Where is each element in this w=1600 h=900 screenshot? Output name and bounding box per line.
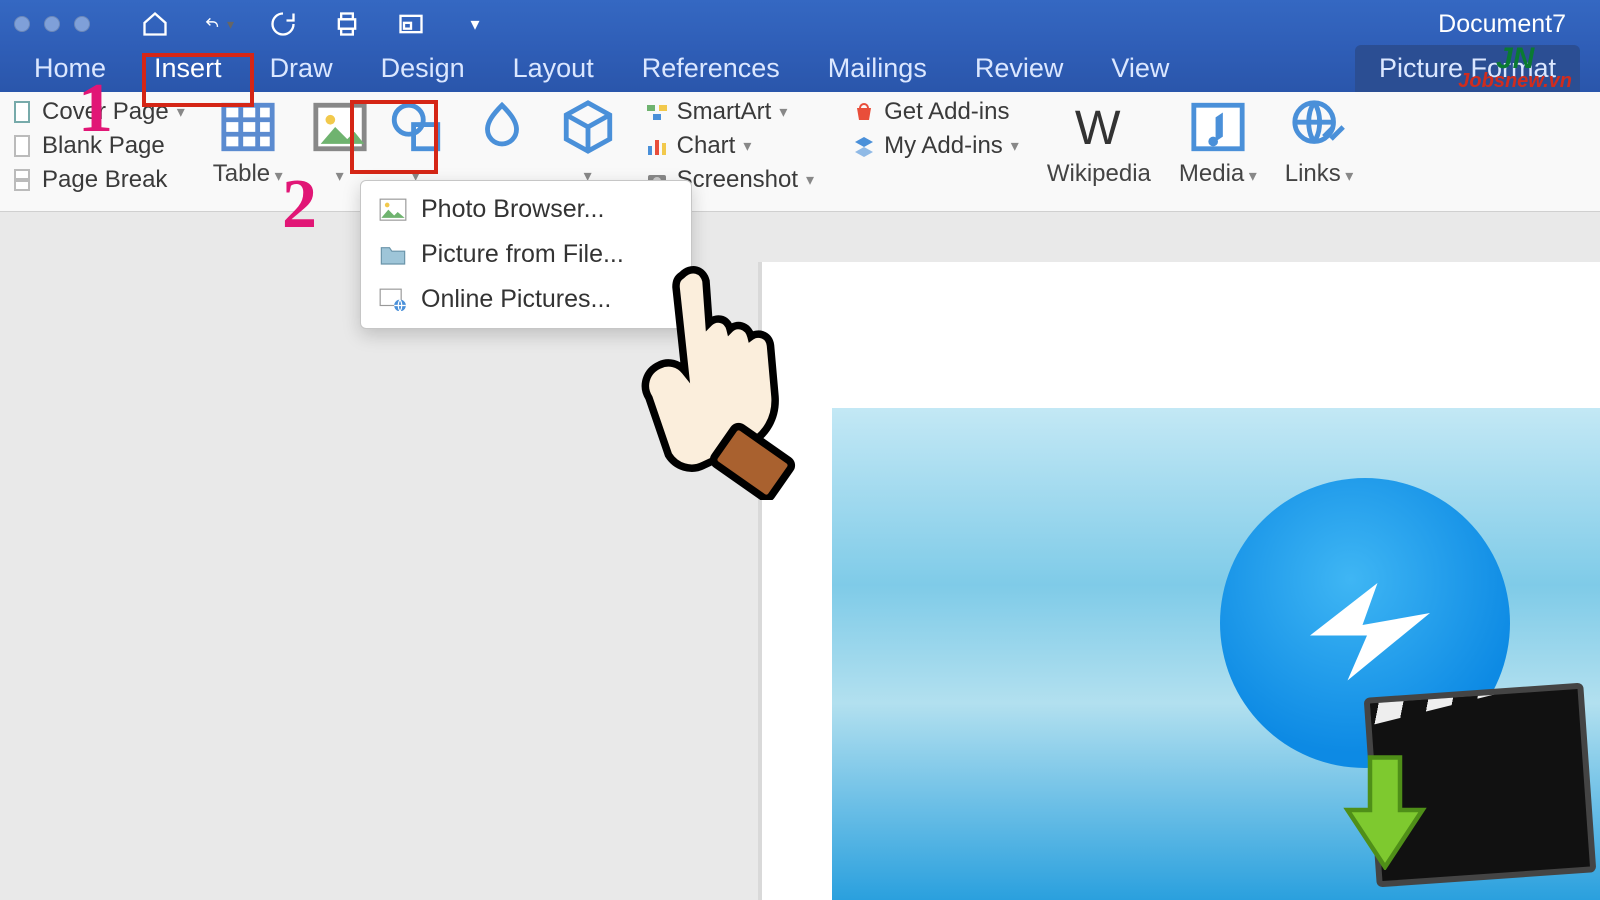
get-addins-button[interactable]: Get Add-ins — [852, 98, 1019, 126]
globe-link-icon — [1290, 98, 1348, 156]
page-icon — [10, 134, 34, 158]
smartart-button[interactable]: SmartArt ▾ — [645, 98, 814, 126]
print-icon[interactable] — [332, 9, 362, 39]
wikipedia-icon: W — [1070, 98, 1128, 156]
watermark: JN Jobsnew.vn — [1458, 42, 1572, 93]
shapes-button[interactable]: ▾ — [387, 98, 445, 188]
home-icon[interactable] — [140, 9, 170, 39]
picture-from-file-label: Picture from File... — [421, 240, 624, 269]
tab-design[interactable]: Design — [357, 45, 489, 92]
3d-models-button[interactable]: ▾ — [559, 98, 617, 188]
screenshot-label: Screenshot — [677, 166, 798, 194]
table-label: Table — [213, 160, 270, 187]
chart-label: Chart — [677, 132, 736, 160]
page-break-icon — [10, 168, 34, 192]
icons-button[interactable] — [473, 98, 531, 156]
tab-draw[interactable]: Draw — [246, 45, 357, 92]
close-window-button[interactable] — [14, 16, 30, 32]
minimize-window-button[interactable] — [44, 16, 60, 32]
tab-mailings[interactable]: Mailings — [804, 45, 951, 92]
wikipedia-label: Wikipedia — [1047, 160, 1151, 188]
smartart-icon — [645, 100, 669, 124]
more-icon[interactable]: ▾ — [460, 9, 490, 39]
shapes-icon — [387, 98, 445, 156]
links-label: Links — [1285, 160, 1341, 187]
redo-icon[interactable] — [268, 9, 298, 39]
picture-icon — [311, 98, 369, 156]
annotation-step-2: 2 — [282, 170, 317, 240]
tab-view[interactable]: View — [1087, 45, 1193, 92]
tab-references[interactable]: References — [618, 45, 804, 92]
watermark-text: Jobsnew.vn — [1458, 70, 1572, 93]
undo-icon[interactable]: ▾ — [204, 9, 234, 39]
pointing-hand-cursor-icon — [640, 260, 820, 500]
photo-browser-menuitem[interactable]: Photo Browser... — [361, 187, 691, 232]
page-break-button[interactable]: Page Break — [10, 166, 185, 194]
my-addins-label: My Add-ins — [884, 132, 1003, 160]
tab-review[interactable]: Review — [951, 45, 1088, 92]
my-addins-button[interactable]: My Add-ins ▾ — [852, 132, 1019, 160]
photo-icon — [379, 199, 407, 221]
page-icon — [10, 100, 34, 124]
online-icon — [379, 289, 407, 311]
svg-text:W: W — [1075, 101, 1121, 155]
page-break-label: Page Break — [42, 166, 167, 194]
tab-insert[interactable]: Insert — [130, 45, 246, 92]
icons-icon — [473, 98, 531, 156]
title-bar: ▾ ▾ Document7 — [0, 0, 1600, 48]
chart-button[interactable]: Chart ▾ — [645, 132, 814, 160]
folder-icon — [379, 244, 407, 266]
links-button[interactable]: Links ▾ — [1285, 98, 1354, 188]
smartart-label: SmartArt — [677, 98, 772, 126]
media-label: Media — [1179, 160, 1244, 187]
media-button[interactable]: Media ▾ — [1179, 98, 1257, 188]
window-controls — [14, 16, 90, 32]
pictures-button[interactable]: ▾ — [311, 98, 369, 188]
maximize-window-button[interactable] — [74, 16, 90, 32]
tab-layout[interactable]: Layout — [489, 45, 618, 92]
addins-group: Get Add-ins My Add-ins ▾ — [852, 98, 1019, 160]
annotation-step-1: 1 — [78, 74, 113, 144]
lightning-bolt-icon — [1290, 568, 1450, 688]
chart-icon — [645, 134, 669, 158]
cube-icon — [559, 98, 617, 156]
quick-access-toolbar: ▾ ▾ — [140, 9, 490, 39]
ribbon-tabs: Home Insert Draw Design Layout Reference… — [0, 48, 1600, 92]
online-pictures-label: Online Pictures... — [421, 285, 611, 314]
download-arrow-icon — [1340, 750, 1430, 870]
media-icon — [1189, 98, 1247, 156]
store-icon — [852, 100, 876, 124]
table-button[interactable]: Table ▾ — [213, 98, 283, 188]
ribbon-insert: Cover Page▾ Blank Page Page Break Table … — [0, 92, 1600, 212]
wikipedia-button[interactable]: W Wikipedia — [1047, 98, 1151, 188]
table-icon — [219, 98, 277, 156]
addins-icon — [852, 134, 876, 158]
photo-browser-label: Photo Browser... — [421, 195, 604, 224]
document-title: Document7 — [1438, 10, 1566, 39]
get-addins-label: Get Add-ins — [884, 98, 1009, 126]
customize-toolbar-icon[interactable] — [396, 9, 426, 39]
